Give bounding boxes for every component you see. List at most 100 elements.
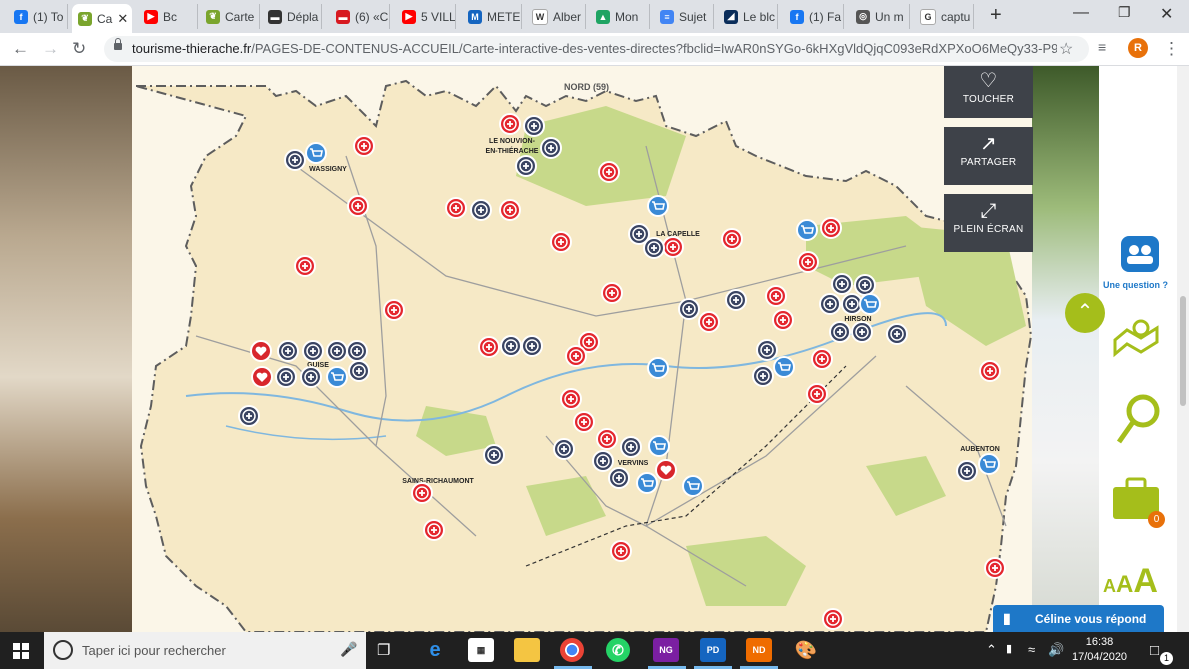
search-icon[interactable] — [1116, 394, 1160, 444]
share-button[interactable]: ↗ PARTAGER — [944, 127, 1033, 185]
more-info-marker[interactable] — [300, 366, 322, 388]
producer-marker[interactable] — [423, 519, 445, 541]
more-info-marker[interactable] — [348, 360, 370, 382]
font-big[interactable]: A — [1133, 562, 1158, 600]
whatsapp-icon[interactable]: ✆ — [606, 638, 630, 662]
reload-icon[interactable]: ↻ — [72, 39, 86, 59]
browser-tab[interactable]: ◢ Le blc — [718, 4, 778, 29]
wifi-icon[interactable]: ≈ — [1028, 642, 1035, 657]
chat-widget[interactable]: ▮ Céline vous répond — [993, 605, 1164, 632]
browser-tab[interactable]: ❦ Carte — [200, 4, 260, 29]
more-info-marker[interactable] — [608, 467, 630, 489]
shop-marker[interactable] — [859, 293, 881, 315]
producer-marker[interactable] — [499, 199, 521, 221]
shop-marker[interactable] — [636, 472, 658, 494]
browser-tab[interactable]: ▬ (6) «C — [330, 4, 390, 29]
favorite-marker[interactable] — [251, 366, 273, 388]
media-control-icon[interactable]: ≡ — [1098, 39, 1106, 55]
app-nd-icon[interactable]: ND — [746, 638, 772, 662]
more-info-marker[interactable] — [302, 340, 324, 362]
producer-marker[interactable] — [565, 345, 587, 367]
more-info-marker[interactable] — [829, 321, 851, 343]
menu-icon[interactable]: ⋮ — [1163, 39, 1180, 59]
producer-marker[interactable] — [573, 411, 595, 433]
microphone-icon[interactable]: 🎤 — [340, 641, 357, 658]
windows-start-icon[interactable] — [13, 643, 29, 659]
producer-marker[interactable] — [601, 282, 623, 304]
producer-marker[interactable] — [610, 540, 632, 562]
fullscreen-button[interactable]: ⤢ PLEIN ÉCRAN — [944, 194, 1033, 252]
producer-marker[interactable] — [698, 311, 720, 333]
task-view-icon[interactable]: ❐ — [377, 641, 390, 659]
minimize-button[interactable]: — — [1073, 4, 1089, 22]
shop-marker[interactable] — [682, 475, 704, 497]
more-info-marker[interactable] — [854, 274, 876, 296]
scroll-top-button[interactable]: ⌃ — [1065, 293, 1105, 333]
font-small[interactable]: A — [1103, 576, 1116, 596]
forward-icon[interactable]: → — [42, 39, 59, 59]
more-info-marker[interactable] — [523, 115, 545, 137]
address-bar[interactable]: tourisme-thierache.fr/PAGES-DE-CONTENUS-… — [104, 36, 1089, 62]
question-label[interactable]: Une question ? — [1103, 280, 1168, 290]
browser-tab[interactable]: ▶ Bc — [138, 4, 198, 29]
volume-icon[interactable]: 🔊 — [1048, 642, 1064, 658]
explorer-icon[interactable] — [514, 638, 540, 662]
interactive-map[interactable]: NORD (59) LE NOUVION-EN-THIÉRACHE WASSIGN… — [46, 66, 1046, 632]
like-button[interactable]: ♡ TOUCHER — [944, 66, 1033, 118]
browser-tab[interactable]: ▲ Mon — [590, 4, 650, 29]
more-info-marker[interactable] — [725, 289, 747, 311]
shop-marker[interactable] — [978, 453, 1000, 475]
more-info-marker[interactable] — [956, 460, 978, 482]
browser-tab[interactable]: Gcaptu — [914, 4, 974, 29]
shop-marker[interactable] — [796, 219, 818, 241]
producer-marker[interactable] — [383, 299, 405, 321]
more-info-marker[interactable] — [483, 444, 505, 466]
browser-tab[interactable]: f (1) To — [8, 4, 68, 29]
tray-chevron-icon[interactable]: ⌃ — [986, 642, 997, 658]
close-window-button[interactable]: ✕ — [1160, 4, 1173, 24]
shop-marker[interactable] — [648, 435, 670, 457]
font-size-control[interactable]: AAA — [1103, 562, 1158, 601]
font-mid[interactable]: A — [1116, 571, 1133, 598]
favorite-marker[interactable] — [250, 340, 272, 362]
battery-icon[interactable]: ▮ — [1006, 642, 1012, 655]
producer-marker[interactable] — [347, 195, 369, 217]
producer-marker[interactable] — [550, 231, 572, 253]
paint-icon[interactable]: 🎨 — [793, 638, 819, 662]
producer-marker[interactable] — [478, 336, 500, 358]
more-info-marker[interactable] — [851, 321, 873, 343]
more-info-marker[interactable] — [500, 335, 522, 357]
favorite-marker[interactable] — [655, 459, 677, 481]
new-tab-button[interactable]: + — [990, 4, 1002, 27]
browser-tab[interactable]: ≡ Sujet — [654, 4, 714, 29]
producer-marker[interactable] — [560, 388, 582, 410]
browser-tab[interactable]: ❦ Ca ✕ — [72, 4, 132, 33]
question-icon[interactable] — [1121, 236, 1159, 272]
producer-marker[interactable] — [353, 135, 375, 157]
restore-button[interactable]: ❐ — [1118, 4, 1131, 21]
chrome-icon[interactable] — [560, 638, 584, 662]
more-info-marker[interactable] — [277, 340, 299, 362]
url-text[interactable]: tourisme-thierache.fr/PAGES-DE-CONTENUS-… — [132, 41, 1057, 56]
profile-avatar[interactable]: R — [1128, 38, 1148, 58]
taskbar-search[interactable]: Taper ici pour rechercher 🎤 — [44, 632, 366, 669]
producer-marker[interactable] — [411, 482, 433, 504]
more-info-marker[interactable] — [238, 405, 260, 427]
producer-marker[interactable] — [820, 217, 842, 239]
store-icon[interactable]: ▦ — [468, 638, 494, 662]
producer-marker[interactable] — [984, 557, 1006, 579]
back-icon[interactable]: ← — [12, 39, 29, 59]
more-info-marker[interactable] — [553, 438, 575, 460]
producer-marker[interactable] — [596, 428, 618, 450]
shop-marker[interactable] — [647, 195, 669, 217]
more-info-marker[interactable] — [275, 366, 297, 388]
more-info-marker[interactable] — [515, 155, 537, 177]
producer-marker[interactable] — [979, 360, 1001, 382]
browser-tab[interactable]: ▬ Dépla — [262, 4, 322, 29]
more-info-marker[interactable] — [521, 335, 543, 357]
more-info-marker[interactable] — [540, 137, 562, 159]
more-info-marker[interactable] — [346, 340, 368, 362]
app-pd-icon[interactable]: PD — [700, 638, 726, 662]
shop-marker[interactable] — [305, 142, 327, 164]
edge-icon[interactable]: e — [422, 638, 448, 662]
